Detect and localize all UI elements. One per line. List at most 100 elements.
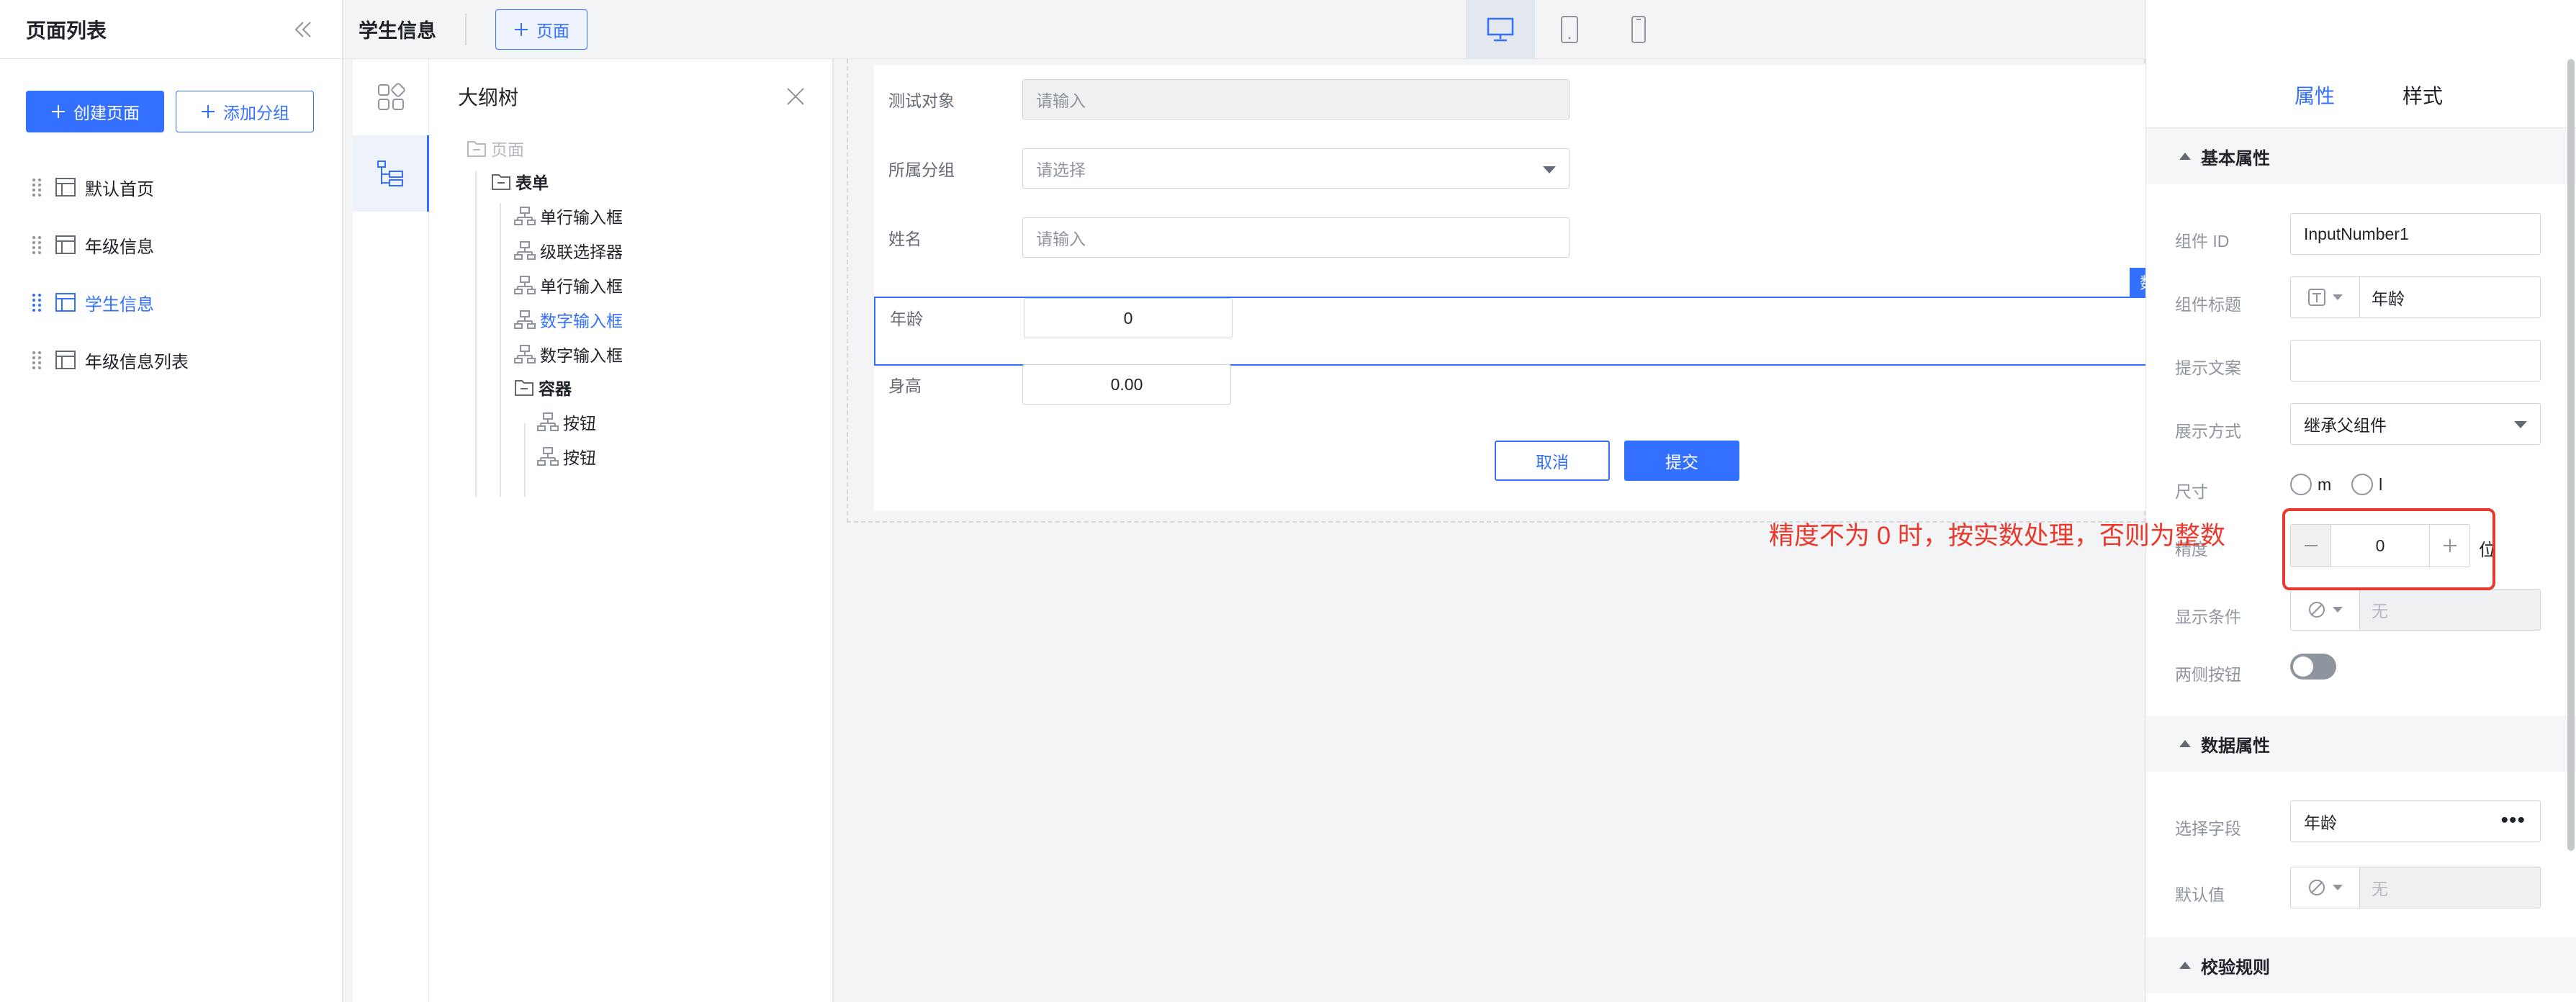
age-number-input[interactable]: 0 [1024,298,1233,338]
hint-text-input[interactable] [2290,340,2541,382]
outline-tree-panel: 大纲树 页面 表单 单行输入框 级联选择器 单行输入框 数字输入框 数字输入框 … [429,59,834,1002]
group-select[interactable]: 请选择 [1022,148,1570,189]
disabled-circle-icon [2308,880,2325,895]
component-title-input[interactable]: 年龄 [2359,276,2541,318]
tree-node-button[interactable]: 按钮 [537,442,596,471]
tab-style[interactable]: 样式 [2402,66,2443,128]
prop-label: 展示方式 [2175,422,2241,441]
create-page-button[interactable]: 创建页面 [26,91,164,132]
test-object-input[interactable]: 请输入 [1022,79,1570,119]
tree-node-container[interactable]: 容器 [514,373,572,402]
more-icon[interactable]: ••• [2500,808,2526,833]
tree-node-text-input[interactable]: 单行输入框 [514,202,623,230]
tree-node-number-input-selected[interactable]: 数字输入框 [514,305,623,334]
component-node-icon [514,310,536,329]
name-input[interactable]: 请输入 [1022,217,1570,258]
drag-handle-icon[interactable] [32,350,42,370]
page-layout-icon [55,293,76,312]
tree-node-cascader[interactable]: 级联选择器 [514,236,623,265]
close-icon[interactable] [785,86,806,107]
field-label: 年龄 [890,310,923,328]
chevron-down-icon [2514,421,2527,428]
default-type-dropdown[interactable] [2290,867,2359,908]
text-format-icon [2307,289,2325,306]
outline-tree: 页面 表单 单行输入框 级联选择器 单行输入框 数字输入框 数字输入框 容器 按… [429,134,832,497]
plus-icon [52,105,65,118]
drag-handle-icon[interactable] [32,292,42,312]
tree-node-number-input[interactable]: 数字输入框 [514,340,623,369]
components-grid-icon [378,83,405,110]
form-row-group[interactable]: 所属分组 请选择 [874,134,2158,203]
tree-node-form[interactable]: 表单 [491,167,549,196]
form-row-height[interactable]: 身高 0.00 [874,350,2158,419]
condition-type-dropdown[interactable] [2290,589,2359,631]
page-item-grade-info-list[interactable]: 年级信息列表 [0,331,342,389]
page-item-grade-info[interactable]: 年级信息 [0,216,342,274]
tab-attributes[interactable]: 属性 [2294,66,2335,128]
outline-tree-icon [377,161,403,186]
height-number-input[interactable]: 0.00 [1022,364,1231,405]
caret-up-icon [2179,153,2191,160]
prop-label: 组件标题 [2175,295,2241,314]
page-title: 学生信息 [359,20,436,42]
annotation-text: 精度不为 0 时，按实数处理，否则为整数 [1769,522,2225,550]
canvas-page-frame: 测试对象 请输入 所属分组 请选择 姓名 请输入 数 年龄 [847,59,2158,523]
page-item-default-home[interactable]: 默认首页 [0,158,342,216]
tree-node-label: 表单 [515,173,549,192]
collapse-double-chevron-icon[interactable] [292,18,315,41]
size-radio-m[interactable]: m [2290,474,2331,495]
components-tab-button[interactable] [353,59,429,135]
toggle-knob [2293,656,2313,677]
tree-node-text-input[interactable]: 单行输入框 [514,271,623,299]
prop-label: 两侧按钮 [2175,665,2241,684]
component-node-icon [514,276,536,294]
component-id-input[interactable]: InputNumber1 [2290,213,2541,255]
mobile-icon [1631,16,1646,43]
page-list: 默认首页 年级信息 学生信息 年级信息列表 [0,158,342,389]
tree-node-page[interactable]: 页面 [467,134,524,163]
property-panel-scrollbar[interactable] [2567,59,2575,851]
prop-row-side-buttons: 两侧按钮 [2146,651,2576,697]
tool-rail [353,59,429,1002]
caret-up-icon [2179,962,2191,969]
disabled-circle-icon [2308,602,2325,618]
display-mode-select[interactable]: 继承父组件 [2290,403,2541,445]
tree-guide-line [475,171,477,497]
tree-node-button[interactable]: 按钮 [537,407,596,436]
section-data-properties[interactable]: 数据属性 [2146,716,2576,772]
tree-node-label: 数字输入框 [540,312,623,330]
add-page-button[interactable]: 页面 [495,9,587,50]
field-label: 测试对象 [888,91,955,110]
tree-node-label: 单行输入框 [540,208,623,227]
folder-collapse-icon [492,174,510,190]
radio-label: l [2379,474,2383,494]
tablet-view-button[interactable] [1535,0,1604,59]
default-value-input: 无 [2359,867,2541,908]
form-component[interactable]: 测试对象 请输入 所属分组 请选择 姓名 请输入 数 年龄 [874,65,2158,511]
side-buttons-toggle[interactable] [2290,654,2336,680]
section-validation-rules[interactable]: 校验规则 [2146,937,2576,993]
size-radio-l[interactable]: l [2351,474,2382,495]
desktop-view-button[interactable] [1466,0,1535,59]
form-row-name[interactable]: 姓名 请输入 [874,203,2158,272]
page-item-label: 年级信息 [85,237,154,257]
submit-button[interactable]: 提交 [1624,441,1739,481]
add-group-button[interactable]: 添加分组 [176,91,314,132]
page-list-header: 页面列表 [0,0,342,59]
text-type-dropdown[interactable] [2290,276,2359,318]
select-value: 继承父组件 [2304,416,2387,435]
cancel-button[interactable]: 取消 [1495,441,1610,481]
section-basic-properties[interactable]: 基本属性 [2146,128,2576,184]
page-item-label: 默认首页 [85,179,154,199]
outline-tab-button[interactable] [353,135,429,212]
drag-handle-icon[interactable] [32,177,42,197]
form-row-test-object[interactable]: 测试对象 请输入 [874,65,2158,134]
field-select[interactable]: 年龄 ••• [2290,800,2541,842]
show-condition-input: 无 [2359,589,2541,631]
tree-guide-line [500,203,501,497]
mobile-view-button[interactable] [1604,0,1673,59]
prop-label: 提示文案 [2175,358,2241,377]
page-item-student-info[interactable]: 学生信息 [0,274,342,331]
drag-handle-icon[interactable] [32,235,42,255]
component-node-icon [514,241,536,260]
